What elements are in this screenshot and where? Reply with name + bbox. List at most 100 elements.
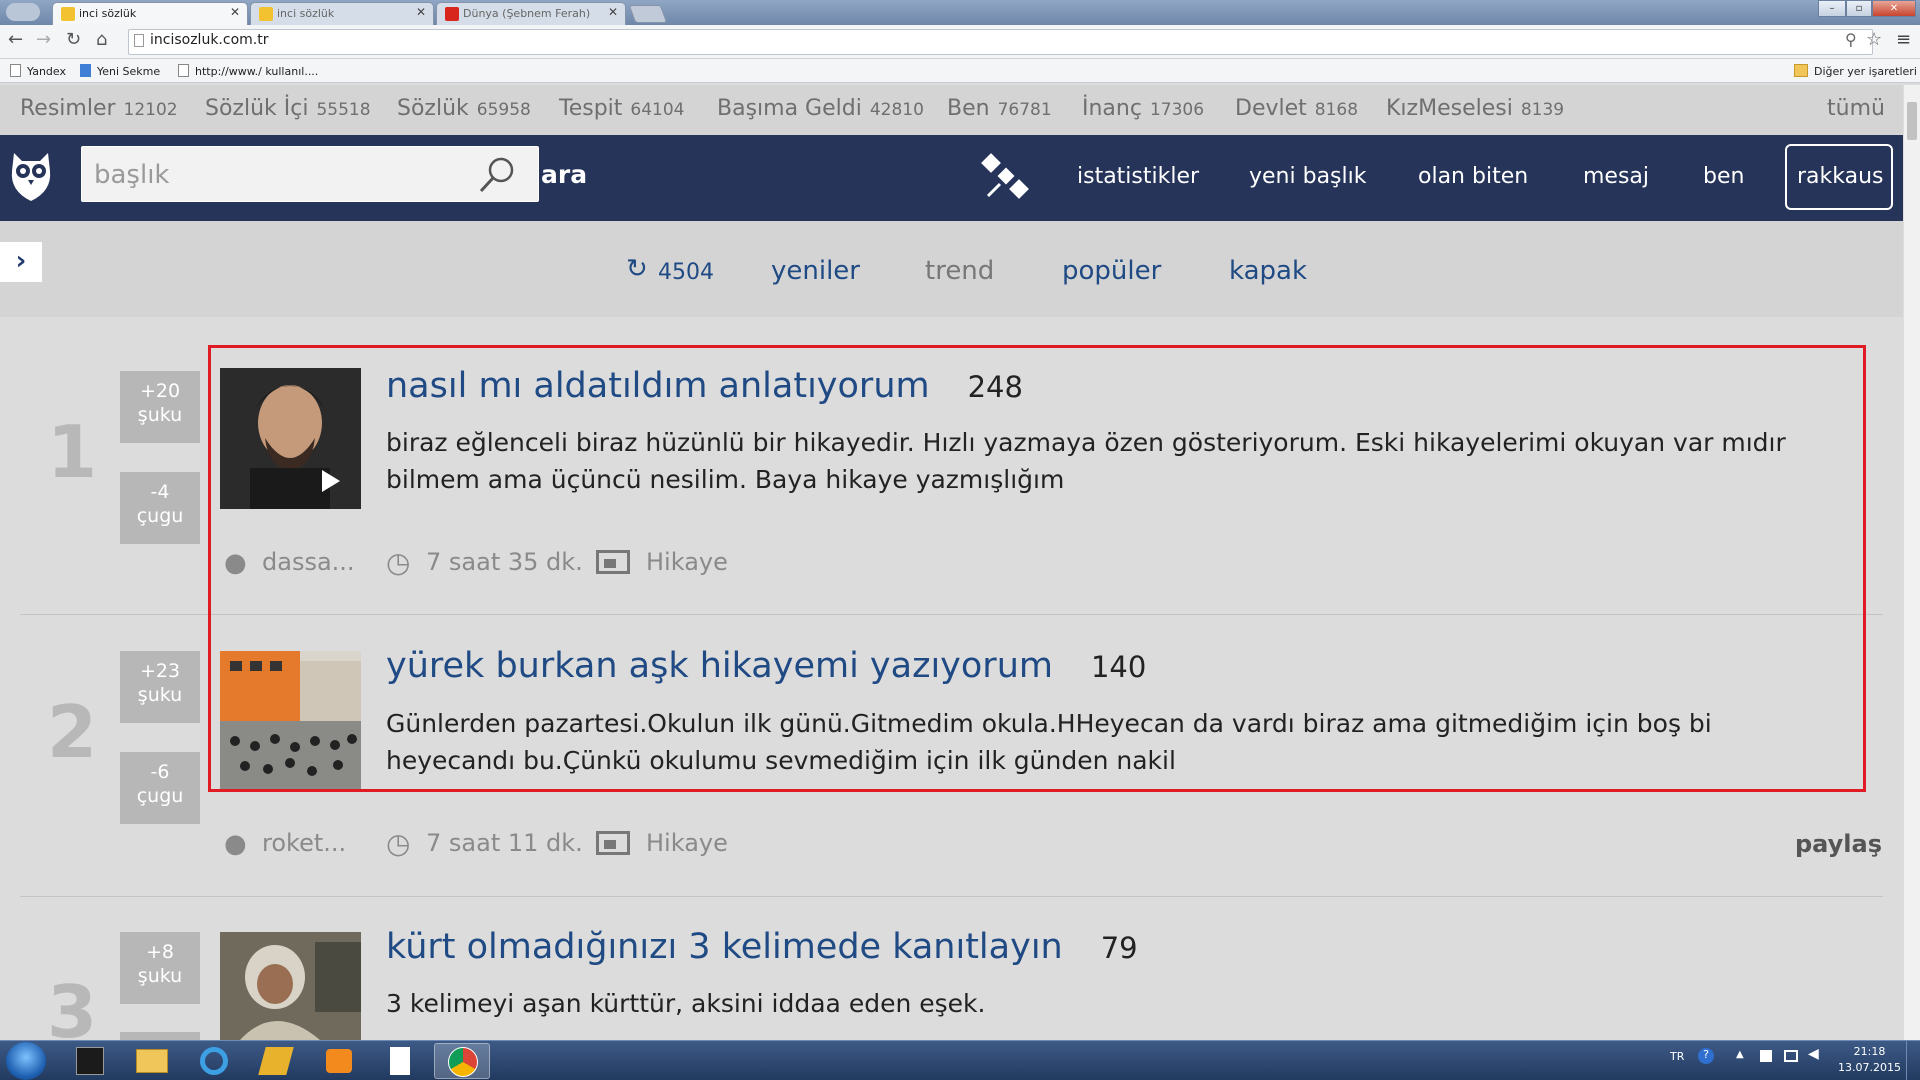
category-resimler[interactable]: Resimler 12102 <box>20 96 178 121</box>
taskbar-document-icon[interactable] <box>372 1043 428 1079</box>
start-button-icon[interactable] <box>6 1042 46 1080</box>
back-icon[interactable]: ← <box>8 29 23 50</box>
tab-populer[interactable]: popüler <box>1062 256 1161 286</box>
taskbar-counter-strike-icon[interactable] <box>62 1043 118 1079</box>
zoom-icon[interactable]: ⚲ <box>1845 30 1857 49</box>
refresh-icon[interactable]: ↻ <box>626 254 648 284</box>
category-inanc[interactable]: İnanç 17306 <box>1082 96 1204 121</box>
post-thumbnail-woman[interactable] <box>220 932 361 1040</box>
bookmark-yandex[interactable]: Yandex <box>10 64 66 78</box>
upvote-count: +20 <box>139 380 181 402</box>
close-window-button[interactable]: ✕ <box>1872 0 1916 17</box>
tab-inci-sozluk-2[interactable]: inci sözlük ✕ <box>250 2 434 25</box>
url-text[interactable]: incisozluk.com.tr <box>150 32 268 48</box>
nav-mesaj[interactable]: mesaj <box>1583 164 1649 189</box>
tab-youtube[interactable]: Dünya (Şebnem Ferah) ✕ <box>436 2 626 25</box>
volume-icon[interactable]: ◀ <box>1808 1046 1819 1062</box>
category-sozluk[interactable]: Sözlük 65958 <box>397 96 531 121</box>
youtube-favicon-icon <box>445 7 459 21</box>
post-author[interactable]: roket... <box>262 829 346 857</box>
language-indicator[interactable]: TR <box>1670 1050 1684 1063</box>
category-basima-geldi[interactable]: Başıma Geldi 42810 <box>717 96 924 121</box>
downvote-button-partial[interactable] <box>120 1032 200 1040</box>
forward-icon[interactable]: → <box>36 29 51 50</box>
maximize-button[interactable]: ▫ <box>1846 0 1872 17</box>
upvote-count: +23 <box>139 660 181 682</box>
all-categories-link[interactable]: tümü <box>1827 96 1885 121</box>
close-tab-icon[interactable]: ✕ <box>416 5 426 19</box>
page-icon <box>10 64 21 77</box>
nav-yeni-baslik[interactable]: yeni başlık <box>1249 164 1366 189</box>
system-clock[interactable]: 21:18 13.07.2015 <box>1838 1044 1901 1076</box>
bookmark-icon <box>80 64 91 77</box>
rank-number: 1 <box>47 410 98 494</box>
category-sozluk-ici[interactable]: Sözlük İçi 55518 <box>205 96 371 121</box>
post-category[interactable]: Hikaye <box>646 829 728 857</box>
page-icon <box>178 64 189 77</box>
taskbar-winamp-icon[interactable] <box>248 1043 304 1079</box>
page-icon <box>134 34 144 47</box>
network-icon[interactable] <box>1784 1050 1798 1062</box>
rank-number: 2 <box>47 690 98 774</box>
tab-kapak[interactable]: kapak <box>1229 256 1307 286</box>
search-placeholder: başlık <box>94 160 170 190</box>
chrome-menu-icon[interactable]: ≡ <box>1896 29 1911 50</box>
nav-olan-biten[interactable]: olan biten <box>1418 164 1528 189</box>
downvote-label: çugu <box>136 505 184 527</box>
category-kizmeselesi[interactable]: KızMeselesi 8139 <box>1386 96 1564 121</box>
bookmark-label: http://www./ kullanıl.... <box>195 65 319 78</box>
upvote-button[interactable]: +8 şuku <box>120 932 200 1004</box>
bookmark-yeni-sekme[interactable]: Yeni Sekme <box>80 64 160 78</box>
home-icon[interactable]: ⌂ <box>96 29 107 50</box>
satellite-icon[interactable] <box>980 152 1030 202</box>
nav-ben[interactable]: ben <box>1703 164 1744 189</box>
tab-trend[interactable]: trend <box>925 256 994 286</box>
category-ben[interactable]: Ben 76781 <box>947 96 1052 121</box>
taskbar-explorer-icon[interactable] <box>124 1043 180 1079</box>
address-bar[interactable] <box>128 29 1873 55</box>
share-button[interactable]: paylaş <box>1795 830 1882 858</box>
search-button[interactable]: ara <box>541 160 587 189</box>
chrome-menu-icon[interactable] <box>6 3 40 21</box>
close-tab-icon[interactable]: ✕ <box>608 5 618 19</box>
show-desktop-button[interactable] <box>1906 1041 1920 1080</box>
post-time[interactable]: 7 saat 11 dk. <box>426 829 583 857</box>
flag-icon[interactable] <box>1760 1050 1772 1062</box>
downvote-count: -6 <box>150 761 170 783</box>
tab-yeniler[interactable]: yeniler <box>771 256 860 286</box>
category-devlet[interactable]: Devlet 8168 <box>1235 96 1358 121</box>
upvote-button[interactable]: +20 şuku <box>120 371 200 443</box>
folder-icon <box>1794 64 1808 77</box>
close-tab-icon[interactable]: ✕ <box>230 5 240 19</box>
tab-label: inci sözlük <box>79 7 137 20</box>
bookmark-url[interactable]: http://www./ kullanıl.... <box>178 64 318 78</box>
tab-inci-sozluk-1[interactable]: inci sözlük ✕ <box>52 2 248 25</box>
username[interactable]: rakkaus <box>1797 164 1884 189</box>
help-icon[interactable]: ? <box>1698 1048 1714 1064</box>
downvote-button[interactable]: -4 çugu <box>120 472 200 544</box>
taskbar-media-player-icon[interactable] <box>310 1043 366 1079</box>
search-icon[interactable] <box>476 154 518 196</box>
other-bookmarks[interactable]: Diğer yer işaretleri <box>1794 64 1917 78</box>
scrollbar-thumb[interactable] <box>1907 102 1917 140</box>
taskbar-chrome-icon[interactable] <box>434 1043 490 1079</box>
new-tab-button[interactable] <box>628 5 668 23</box>
downvote-button[interactable]: -6 çugu <box>120 752 200 824</box>
minimize-button[interactable]: – <box>1818 0 1846 17</box>
post-title-link[interactable]: kürt olmadığınızı 3 kelimede kanıtlayın 7… <box>386 927 1138 967</box>
tab-label: Dünya (Şebnem Ferah) <box>463 7 591 20</box>
refresh-count[interactable]: 4504 <box>658 260 714 285</box>
category-tespit[interactable]: Tespit 64104 <box>559 96 685 121</box>
upvote-button[interactable]: +23 şuku <box>120 651 200 723</box>
nav-istatistikler[interactable]: istatistikler <box>1077 164 1199 189</box>
bookmark-star-icon[interactable]: ☆ <box>1866 29 1882 50</box>
red-highlight-box <box>208 345 1866 792</box>
scrollbar[interactable] <box>1903 85 1920 1040</box>
taskbar-internet-explorer-icon[interactable] <box>186 1043 242 1079</box>
downvote-label: çugu <box>136 785 184 807</box>
sidebar-toggle-chevron-icon[interactable]: › <box>0 242 42 282</box>
tray-expand-icon[interactable]: ▲ <box>1736 1049 1744 1060</box>
clock-date: 13.07.2015 <box>1838 1061 1901 1074</box>
reload-icon[interactable]: ↻ <box>66 29 81 50</box>
owl-logo-icon[interactable] <box>8 147 54 203</box>
